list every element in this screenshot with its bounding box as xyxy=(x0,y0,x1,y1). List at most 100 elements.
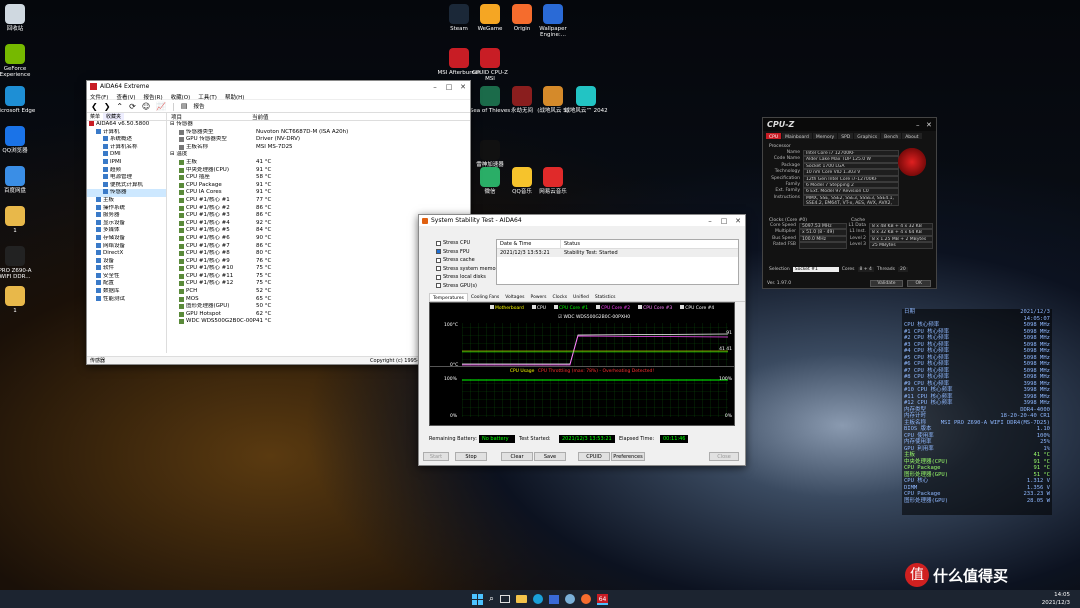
tree-item[interactable]: IPMI xyxy=(87,158,166,167)
edge-icon[interactable] xyxy=(533,594,544,604)
graph-tab[interactable]: Powers xyxy=(528,293,550,301)
tree-item[interactable]: 便携式计算机 xyxy=(87,181,166,190)
desktop-icon[interactable]: 网易云音乐 xyxy=(530,167,576,195)
sensor-row[interactable]: CPU IA Cores 91 °C xyxy=(167,189,470,197)
sensor-row[interactable]: CPU 插座 58 °C xyxy=(167,174,470,182)
menu-item[interactable]: 文件(F) xyxy=(90,93,108,101)
graph-tab[interactable]: Unified xyxy=(570,293,592,301)
clear-button[interactable]: Clear xyxy=(501,452,533,461)
tree-item[interactable]: DMI xyxy=(87,151,166,159)
checkbox[interactable] xyxy=(436,283,441,289)
cpuid-button[interactable]: CPUID xyxy=(578,452,610,461)
cpuz-tab[interactable]: CPU xyxy=(766,133,782,140)
report-icon[interactable]: ▤ xyxy=(181,102,188,110)
sensor-row[interactable]: CPU #1/核心 #1 77 °C xyxy=(167,197,470,205)
origin-icon[interactable] xyxy=(581,594,592,604)
tree-item[interactable]: 数据库 xyxy=(87,288,166,296)
steam-icon[interactable] xyxy=(565,594,576,604)
desktop-icon[interactable]: 百度网盘 xyxy=(0,166,38,194)
tree-item[interactable]: 系统概述 xyxy=(87,136,166,144)
socket-select[interactable]: Socket #1 xyxy=(792,267,839,272)
validate-button[interactable]: Validate xyxy=(870,280,903,287)
cpuz-tab[interactable]: Memory xyxy=(812,133,838,140)
desktop-icon[interactable]: Wallpaper Engine:... xyxy=(530,4,576,38)
cpuz-titlebar[interactable]: CPU-Z – ✕ xyxy=(763,118,936,131)
stability-titlebar[interactable]: System Stability Test - AIDA64 – □ ✕ xyxy=(419,215,745,226)
checkbox[interactable] xyxy=(436,249,441,255)
tree-item[interactable]: DirectX xyxy=(87,250,166,258)
tree-item[interactable]: 操作系统 xyxy=(87,204,166,213)
close-icon[interactable]: ✕ xyxy=(731,217,745,225)
user-icon[interactable]: ☺ xyxy=(142,102,150,111)
cpuz-tab[interactable]: About xyxy=(902,133,922,140)
minimize-icon[interactable]: – xyxy=(703,217,717,225)
tree-item[interactable]: 计算机 xyxy=(87,128,166,137)
desktop-icon[interactable]: GeForce Experience xyxy=(0,44,38,78)
sensor-row[interactable]: 主板 41 °C xyxy=(167,159,470,167)
sensor-row[interactable]: GPU 传感器类型 Driver (NV-DRV) xyxy=(167,136,470,144)
checkbox[interactable] xyxy=(436,266,441,272)
tree-item[interactable]: 超频 xyxy=(87,166,166,175)
file-explorer-icon[interactable] xyxy=(516,595,528,603)
cpuz-tab[interactable]: SPD xyxy=(838,133,854,140)
column-header-item[interactable]: 项目 xyxy=(167,113,252,121)
desktop-icon[interactable]: Microsoft Edge xyxy=(0,86,38,114)
preferences-button[interactable]: Preferences xyxy=(611,452,645,461)
chart-icon[interactable]: 📈 xyxy=(156,102,166,111)
tree-item[interactable]: 多媒体 xyxy=(87,227,166,235)
tree-item[interactable]: 服务器 xyxy=(87,212,166,220)
tree-item[interactable]: 存储设备 xyxy=(87,234,166,243)
tab-favorites[interactable]: 收藏夹 xyxy=(103,113,125,120)
ok-button[interactable]: OK xyxy=(906,280,931,287)
desktop-icon[interactable]: QQ浏览器 xyxy=(0,126,38,154)
column-header-value[interactable]: 当前值 xyxy=(252,113,269,121)
graph-tab[interactable]: Statistics xyxy=(592,293,619,301)
back-icon[interactable]: ❮ xyxy=(91,102,98,111)
start-icon[interactable] xyxy=(471,593,483,605)
task-view-icon[interactable] xyxy=(500,595,511,603)
aida64-taskbar-icon[interactable]: 64 xyxy=(597,593,609,605)
menu-item[interactable]: 收藏(O) xyxy=(171,93,191,101)
refresh-icon[interactable]: ⟳ xyxy=(129,102,136,111)
tree-item[interactable]: 性能测试 xyxy=(87,295,166,304)
tab-menu[interactable]: 菜单 xyxy=(87,113,103,120)
report-button[interactable]: 报告 xyxy=(193,102,204,110)
tree-item[interactable]: 安全性 xyxy=(87,272,166,281)
desktop-icon[interactable]: 1 xyxy=(0,286,38,314)
checkbox[interactable] xyxy=(436,257,441,263)
maximize-icon[interactable]: □ xyxy=(442,83,456,91)
aida64-titlebar[interactable]: AIDA64 Extreme – □ ✕ xyxy=(87,81,470,92)
graph-tab[interactable]: Voltages xyxy=(502,293,527,301)
sensor-row[interactable]: 中央处理器(CPU) 91 °C xyxy=(167,167,470,175)
sensor-row[interactable]: CPU #1/核心 #2 86 °C xyxy=(167,205,470,213)
graph-tab[interactable]: Clocks xyxy=(549,293,570,301)
tree-item[interactable]: 配置 xyxy=(87,280,166,288)
tree-item[interactable]: 设备 xyxy=(87,257,166,266)
search-icon[interactable]: ⌕ xyxy=(489,594,494,604)
tree-item[interactable]: 电源管理 xyxy=(87,174,166,182)
desktop-icon[interactable]: 1 xyxy=(0,206,38,234)
desktop-icon[interactable]: PRO Z690-A WIFI DDR... xyxy=(0,246,38,280)
tree-item[interactable]: 网络设备 xyxy=(87,242,166,251)
start-button[interactable]: Start xyxy=(423,452,449,461)
cpuz-tab[interactable]: Mainboard xyxy=(782,133,812,140)
desktop-icon[interactable]: 雷神加速器 xyxy=(467,140,513,168)
graph-tab[interactable]: Temperatures xyxy=(429,293,468,301)
tree-item[interactable]: 软件 xyxy=(87,265,166,273)
minimize-icon[interactable]: – xyxy=(916,121,926,129)
close-icon[interactable]: ✕ xyxy=(926,121,936,129)
tree-item[interactable]: 传感器 xyxy=(87,189,166,197)
desktop-icon[interactable]: 战地风云™ 2042 xyxy=(563,86,609,114)
log-header-status[interactable]: Status xyxy=(561,240,580,248)
system-clock[interactable]: 14:05 2021/12/3 xyxy=(1042,591,1070,607)
menu-item[interactable]: 工具(T) xyxy=(198,93,217,101)
desktop-icon[interactable]: CPUID CPU-Z MSI xyxy=(467,48,513,82)
maximize-icon[interactable]: □ xyxy=(717,217,731,225)
graph-tab[interactable]: Cooling Fans xyxy=(468,293,502,301)
save-button[interactable]: Save xyxy=(534,452,566,461)
close-button[interactable]: Close xyxy=(709,452,739,461)
cpuz-tab[interactable]: Graphics xyxy=(854,133,881,140)
minimize-icon[interactable]: – xyxy=(428,83,442,91)
up-icon[interactable]: ⌃ xyxy=(116,102,123,111)
tree-item[interactable]: AIDA64 v6.50.5800 xyxy=(87,121,166,129)
